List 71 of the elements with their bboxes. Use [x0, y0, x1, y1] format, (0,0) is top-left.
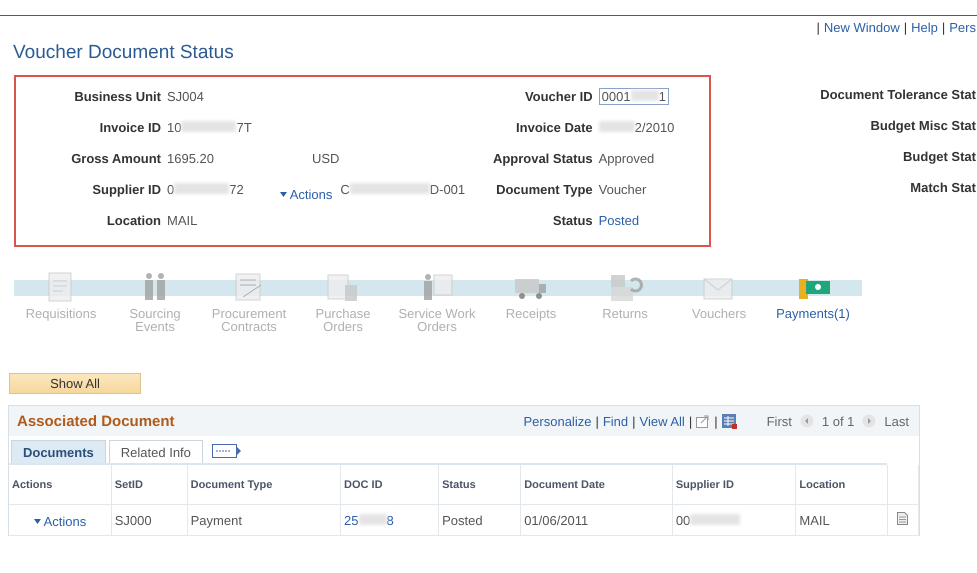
column-header: Supplier ID: [672, 465, 796, 504]
grid-link[interactable]: Personalize: [524, 414, 592, 428]
field-value: SJ004: [167, 88, 204, 106]
field-label: Match Stat: [910, 179, 976, 197]
show-all-button[interactable]: Show All: [9, 373, 141, 394]
column-header: Location: [796, 465, 888, 504]
grid-link[interactable]: Find: [602, 414, 628, 428]
field-label: Business Unit: [73, 88, 161, 106]
field-label: Approval Status: [492, 150, 593, 168]
caret-icon: [280, 192, 287, 197]
grid-tab[interactable]: Related Info: [108, 440, 203, 463]
field-value: 0 72: [167, 181, 244, 199]
field-label: Voucher ID: [524, 88, 593, 106]
field-value: 00: [676, 512, 740, 528]
last-label: Last: [884, 414, 909, 428]
separator: |: [714, 414, 718, 428]
field-value: Voucher: [598, 181, 646, 199]
field-value: USD: [312, 150, 340, 168]
column-header: DOC ID: [340, 465, 439, 504]
grid-tab[interactable]: Documents: [11, 440, 106, 463]
field-value: 1695.20: [167, 150, 214, 168]
document-icon[interactable]: [897, 512, 908, 525]
header-link[interactable]: New Window: [824, 20, 900, 35]
spreadsheet-icon[interactable]: [722, 414, 737, 428]
process-step-link[interactable]: Payments(1): [776, 307, 850, 320]
show-all-columns-icon[interactable]: [212, 444, 242, 459]
field-label: Status: [552, 212, 593, 230]
voucher-id-field[interactable]: 0001 1: [598, 88, 669, 105]
column-header: Document Type: [187, 465, 341, 504]
row-count: 1 of 1: [822, 414, 854, 428]
first-label: First: [766, 414, 792, 428]
separator: |: [688, 414, 692, 428]
column-header: Status: [438, 465, 521, 504]
field-value: Approved: [598, 150, 654, 168]
field-value: 01/06/2011: [524, 512, 588, 528]
field-value: MAIL: [167, 212, 198, 230]
field-value: Payment: [190, 512, 242, 528]
field-value: Posted: [442, 512, 483, 528]
field-value: SJ000: [114, 512, 152, 528]
field-label: Document Tolerance Stat: [820, 86, 976, 104]
column-header: SetID: [111, 465, 188, 504]
column-header: Document Date: [520, 465, 672, 504]
field-label: Invoice ID: [98, 119, 161, 137]
field-value: 2/2010: [598, 118, 674, 137]
previous-icon[interactable]: [800, 414, 814, 428]
separator: |: [632, 414, 636, 428]
field-label: Location: [106, 212, 161, 230]
new-window-icon[interactable]: [696, 414, 710, 428]
grid-link[interactable]: View All: [640, 414, 685, 428]
separator: |: [904, 20, 908, 35]
separator: |: [816, 20, 820, 35]
separator: |: [942, 20, 946, 35]
page-title: Voucher Document Status: [13, 42, 235, 64]
caret-icon: [34, 518, 41, 524]
next-icon[interactable]: [862, 414, 876, 428]
grid-title: Associated Document: [17, 412, 175, 430]
field-label: Budget Stat: [903, 148, 976, 166]
header-link[interactable]: Pers: [949, 20, 976, 35]
header-link[interactable]: Help: [911, 20, 938, 35]
field-label: Budget Misc Stat: [870, 117, 976, 135]
field-value: 10 7T: [167, 119, 252, 137]
separator: |: [595, 414, 599, 428]
field-label: Supplier ID: [91, 181, 161, 199]
actions-link[interactable]: Actions: [280, 185, 332, 204]
column-header: Actions: [9, 465, 112, 504]
field-label: Invoice Date: [515, 119, 593, 137]
field-value: C D-001: [340, 181, 466, 199]
field-value: MAIL: [799, 512, 830, 528]
field-label: Document Type: [495, 181, 593, 199]
field-label: Gross Amount: [70, 150, 161, 168]
value-link[interactable]: Posted: [598, 211, 640, 230]
